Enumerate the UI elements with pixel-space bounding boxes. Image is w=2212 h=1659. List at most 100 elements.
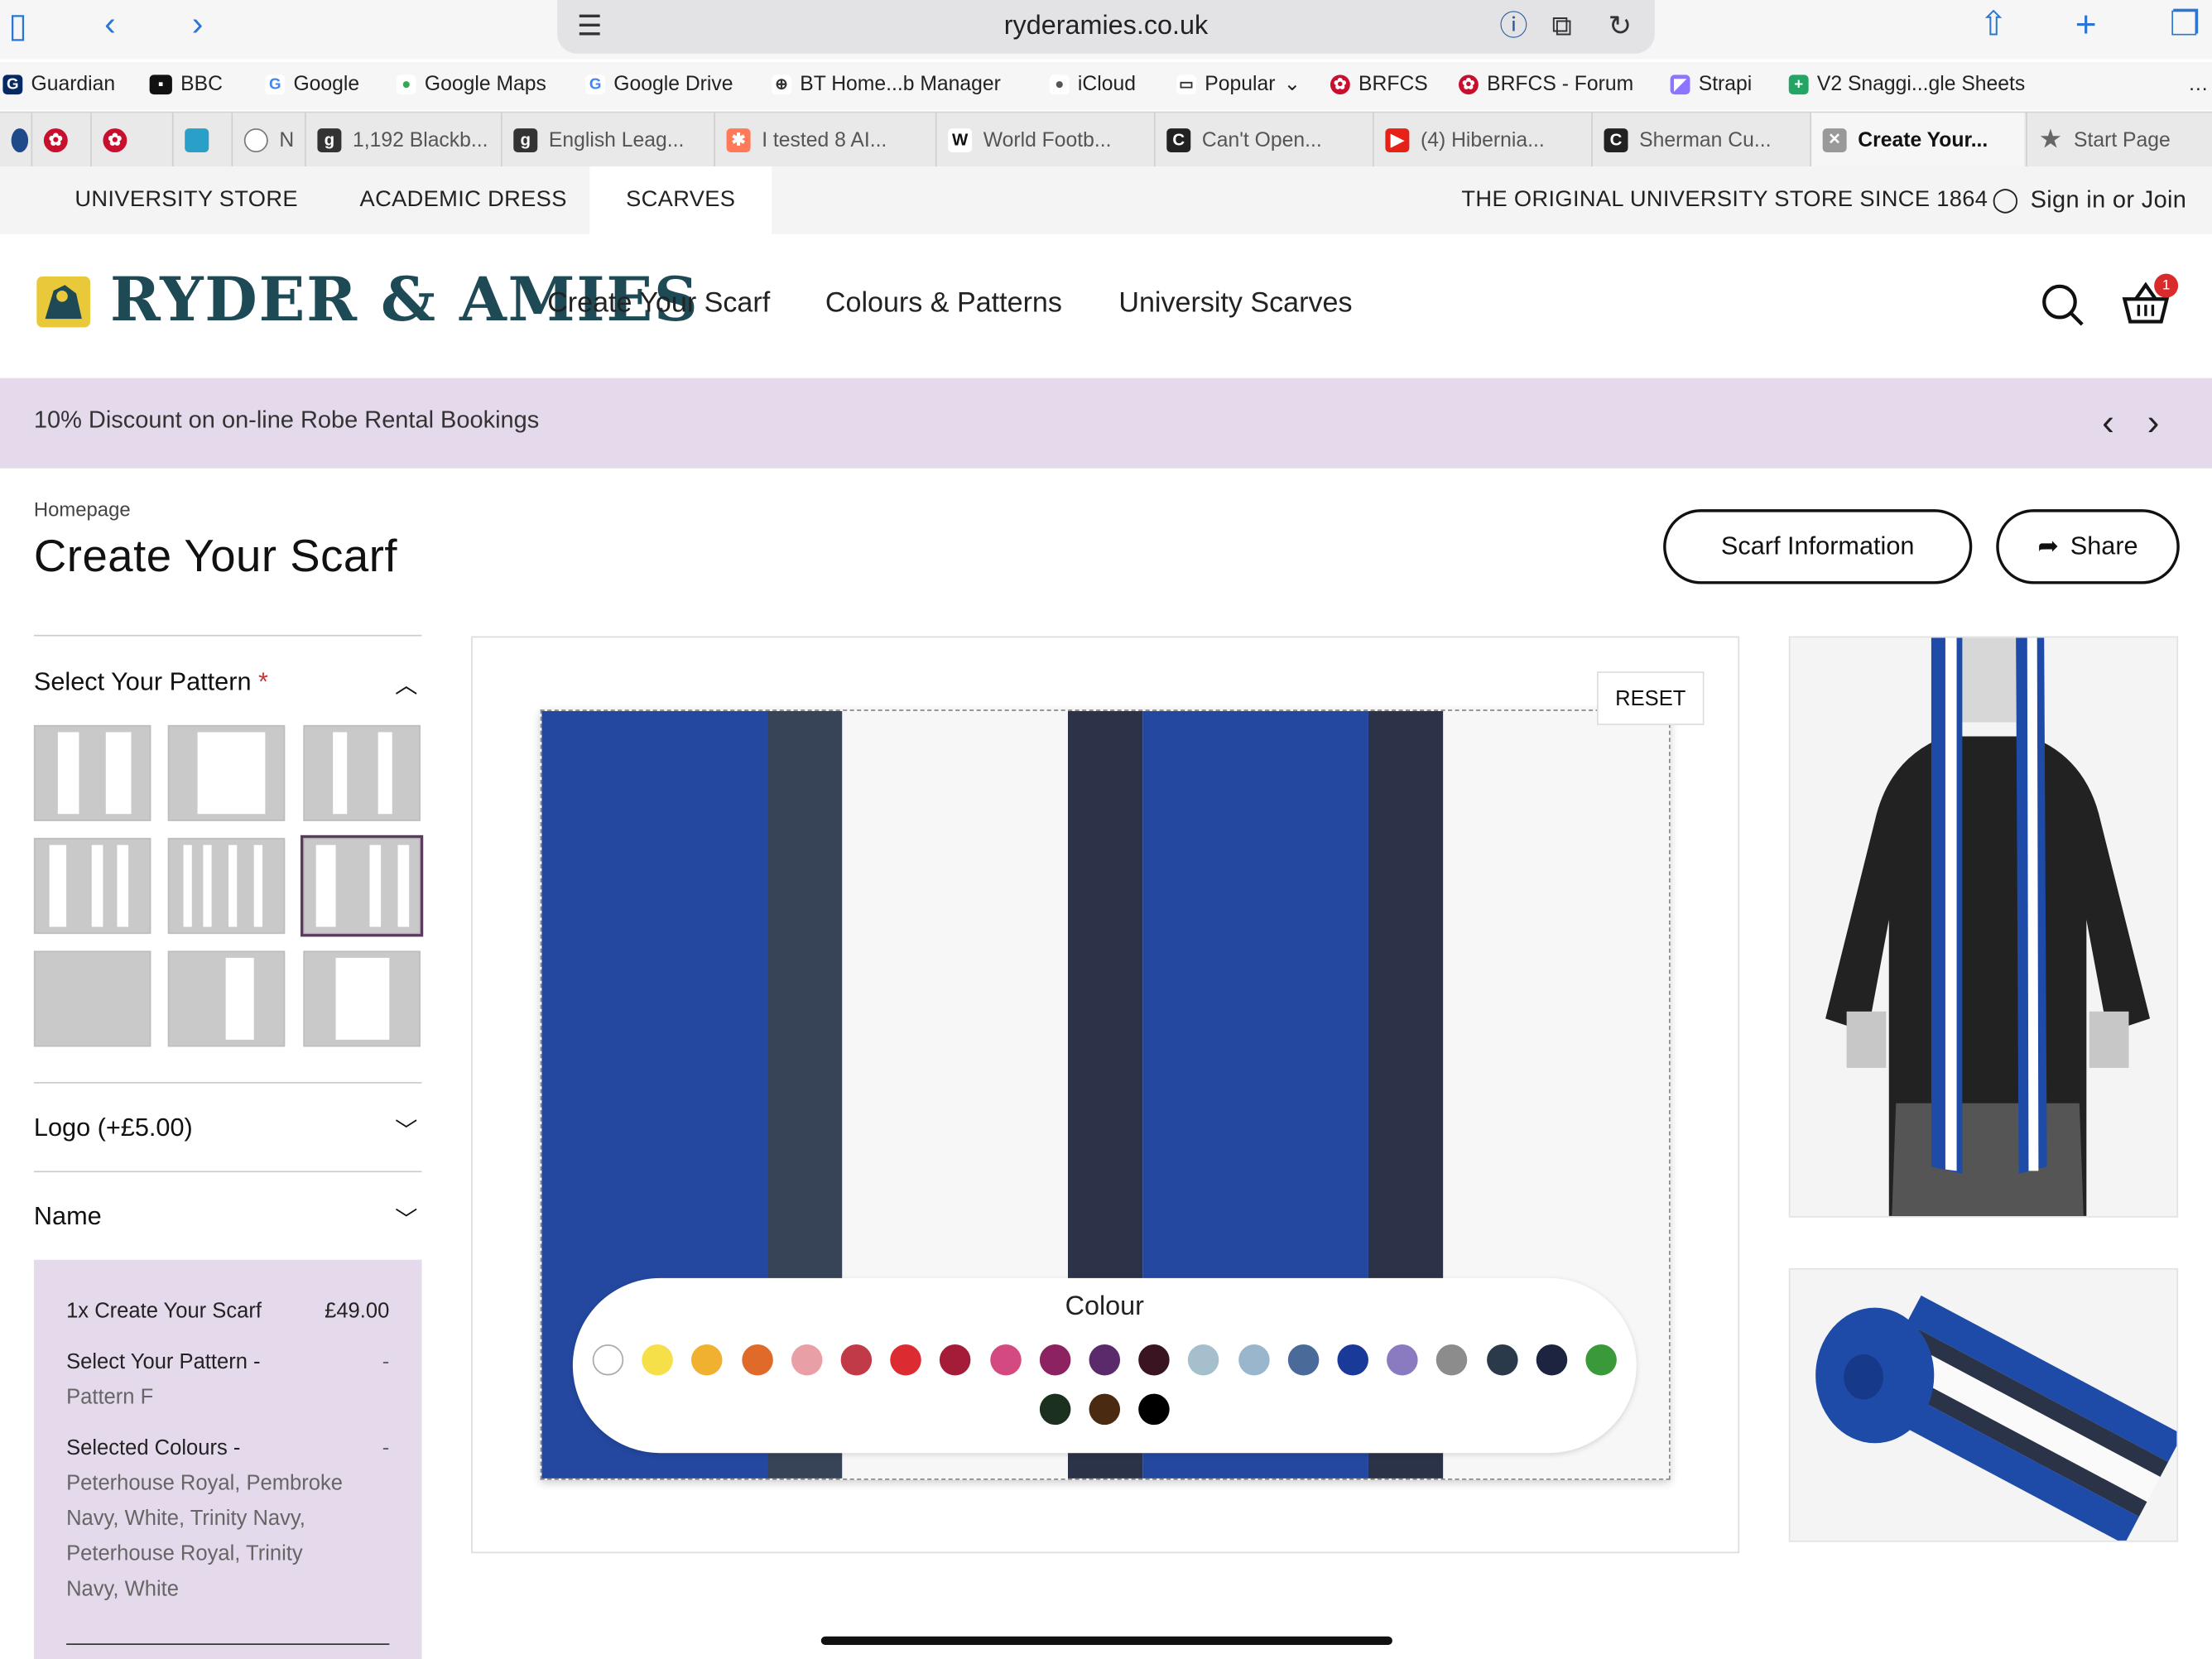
colour-swatch[interactable] [592, 1344, 624, 1376]
pattern-option[interactable] [167, 838, 286, 935]
colour-swatch[interactable] [1089, 1393, 1121, 1426]
password-manager-icon[interactable]: ⓘ [1499, 10, 1527, 44]
maps-pin-icon: ● [396, 75, 416, 95]
chevron-down-icon: ⌄ [1283, 73, 1301, 96]
signin-link[interactable]: ◯ Sign in or Join [1992, 166, 2186, 234]
tab-hibernia[interactable]: ▶ (4) Hibernia... [1373, 113, 1589, 168]
tab-sherman[interactable]: C Sherman Cu... [1591, 113, 1808, 168]
colour-swatch[interactable] [989, 1344, 1022, 1376]
colour-swatch[interactable] [791, 1344, 823, 1376]
pattern-option[interactable] [33, 838, 151, 935]
tab-start-page[interactable]: ★ Start Page [2026, 113, 2212, 168]
promo-text[interactable]: 10% Discount on on-line Robe Rental Book… [34, 406, 539, 435]
tab-world-football[interactable]: W World Footb... [935, 113, 1152, 168]
bookmark-popular[interactable]: ▭ Popular ⌄ [1176, 74, 1301, 96]
colour-swatch[interactable] [1387, 1344, 1418, 1376]
tab-blackburn[interactable]: g 1,192 Blackb... [305, 113, 499, 168]
bookmark-google-drive[interactable]: G Google Drive [585, 74, 733, 96]
sidebar-toggle-icon[interactable]: ▯ [8, 9, 27, 44]
bookmark-google-maps[interactable]: ● Google Maps [396, 74, 546, 96]
nav-create-your-scarf[interactable]: Create Your Scarf [547, 288, 770, 320]
breadcrumb[interactable]: Homepage [34, 498, 131, 521]
tab-pinned[interactable] [171, 113, 228, 168]
colour-swatch[interactable] [1536, 1344, 1567, 1376]
colour-swatch[interactable] [940, 1344, 972, 1376]
colour-swatch[interactable] [890, 1344, 922, 1376]
select-pattern-heading[interactable]: Select Your Pattern * [34, 667, 268, 697]
pattern-option[interactable] [167, 950, 286, 1047]
colour-swatch[interactable] [1287, 1344, 1319, 1376]
page-title: Create Your Scarf [33, 530, 398, 582]
pattern-option[interactable] [303, 724, 421, 821]
name-option-heading[interactable]: Name [34, 1202, 102, 1232]
pattern-option[interactable] [300, 834, 424, 937]
promo-next-icon[interactable]: › [2147, 401, 2160, 445]
tab-cant-open[interactable]: C Can't Open... [1153, 113, 1371, 168]
colour-swatch[interactable] [1039, 1344, 1071, 1376]
model-wearing-scarf-image[interactable] [1788, 636, 2179, 1218]
bookmark-brfcs[interactable]: ✿ BRFCS [1330, 74, 1428, 96]
colour-swatch[interactable] [1039, 1393, 1071, 1426]
colour-swatch[interactable] [1188, 1344, 1219, 1376]
pattern-option[interactable] [33, 724, 151, 821]
bookmark-sheets[interactable]: + V2 Snaggi...gle Sheets [1788, 74, 2025, 96]
colour-swatch[interactable] [1089, 1344, 1121, 1376]
bookmark-icloud[interactable]: ● iCloud [1049, 74, 1136, 96]
search-icon[interactable] [2040, 282, 2085, 328]
forward-icon[interactable]: › [192, 7, 204, 42]
colour-swatch[interactable] [642, 1344, 674, 1376]
promo-prev-icon[interactable]: ‹ [2102, 401, 2114, 445]
tab-pinned[interactable]: ✿ [90, 113, 147, 168]
bookmark-google[interactable]: G Google [265, 74, 359, 96]
topnav-university-store[interactable]: UNIVERSITY STORE [75, 166, 298, 234]
address-bar[interactable]: ☰ ryderamies.co.uk ⓘ ⧉ ↻ [557, 0, 1655, 54]
nav-university-scarves[interactable]: University Scarves [1118, 288, 1352, 320]
bookmark-strapi[interactable]: ◤ Strapi [1670, 74, 1752, 96]
colour-swatch[interactable] [1238, 1344, 1269, 1376]
summary-colours-value: Peterhouse Royal, Pembroke Navy, White, … [66, 1471, 343, 1602]
tab-overview-icon[interactable]: ❐ [2170, 7, 2200, 42]
scarf-information-button[interactable]: Scarf Information [1663, 509, 1973, 584]
pattern-option[interactable] [167, 724, 286, 821]
chevron-down-icon[interactable]: ﹀ [395, 1200, 417, 1234]
extension-icon[interactable]: ⧉ [1551, 10, 1571, 44]
colour-swatch[interactable] [1585, 1344, 1617, 1376]
tab-create-your-scarf[interactable]: ✕ Create Your... [1810, 113, 2025, 168]
chevron-up-icon[interactable]: ︿ [395, 666, 417, 700]
tab-pinned[interactable] [0, 113, 29, 167]
colour-swatch[interactable] [1436, 1344, 1468, 1376]
colour-swatch[interactable] [691, 1344, 724, 1376]
bookmark-bt[interactable]: ⊕ BT Home...b Manager [772, 74, 1001, 96]
topnav-scarves[interactable]: SCARVES [589, 166, 772, 234]
bookmark-guardian[interactable]: G Guardian [2, 74, 115, 96]
tab-pinned[interactable]: ✿ [31, 113, 87, 168]
pattern-option[interactable] [303, 950, 421, 1047]
colour-swatch[interactable] [1138, 1344, 1171, 1376]
topnav-academic-dress[interactable]: ACADEMIC DRESS [360, 166, 567, 234]
chevron-down-icon[interactable]: ﹀ [395, 1112, 417, 1146]
pattern-stripe [225, 958, 254, 1040]
lion-logo-icon[interactable] [31, 271, 95, 333]
colour-swatch[interactable] [1138, 1393, 1171, 1426]
logo-option-heading[interactable]: Logo (+£5.00) [34, 1113, 193, 1143]
new-tab-icon[interactable]: + [2075, 6, 2097, 42]
colour-swatch[interactable] [840, 1344, 873, 1376]
colour-swatch[interactable] [1486, 1344, 1517, 1376]
reset-button[interactable]: RESET [1597, 671, 1705, 725]
tab-ai-test[interactable]: ✱ I tested 8 AI... [714, 113, 934, 168]
tab-english-league[interactable]: g English Leag... [500, 113, 713, 168]
colour-swatch[interactable] [741, 1344, 773, 1376]
rolled-scarf-image[interactable] [1788, 1267, 2179, 1542]
bookmark-brfcs-forum[interactable]: ✿ BRFCS - Forum [1459, 74, 1633, 96]
share-icon[interactable]: ⇧ [1979, 7, 2008, 42]
more-bookmarks-icon[interactable]: … [2188, 74, 2209, 96]
pattern-option[interactable] [33, 950, 151, 1047]
close-icon[interactable]: ✕ [1822, 128, 1847, 153]
back-icon[interactable]: ‹ [104, 7, 116, 42]
tab-n[interactable]: N [231, 113, 305, 168]
colour-swatch[interactable] [1337, 1344, 1368, 1376]
bookmark-bbc[interactable]: ▪ BBC [149, 74, 223, 96]
reload-icon[interactable]: ↻ [1609, 10, 1633, 44]
share-button[interactable]: ➦ Share [1996, 509, 2180, 584]
nav-colours-patterns[interactable]: Colours & Patterns [825, 288, 1062, 320]
